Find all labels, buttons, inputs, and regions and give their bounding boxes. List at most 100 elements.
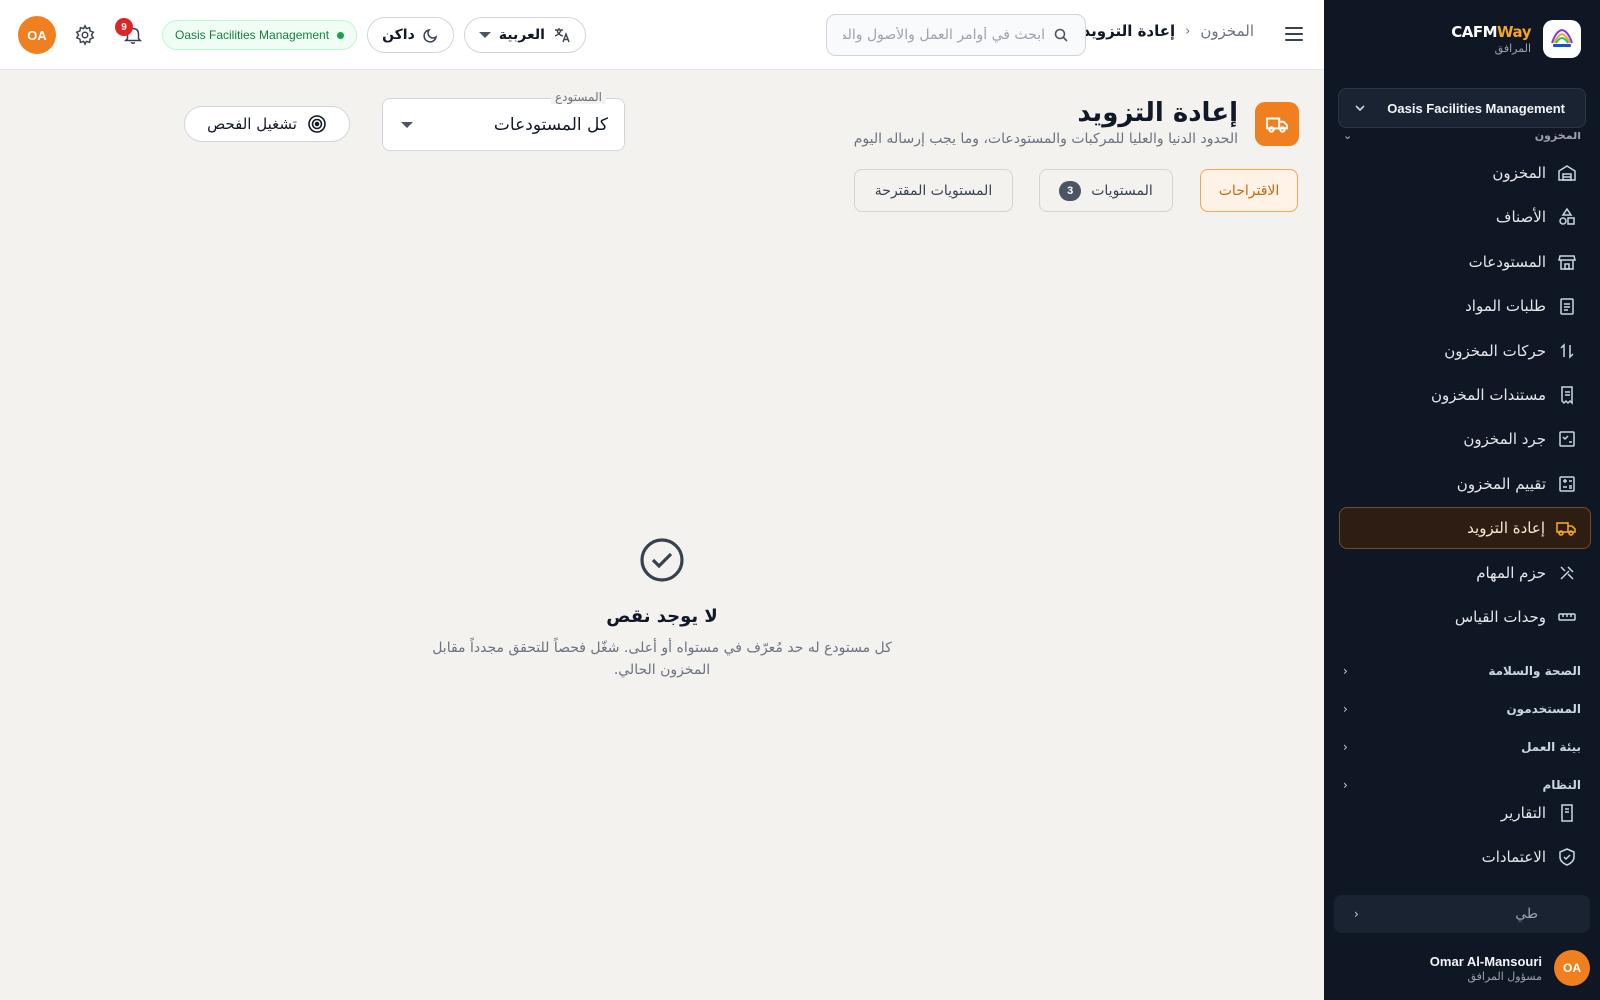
search-box	[826, 14, 1086, 56]
gear-icon	[75, 24, 95, 46]
sidebar-item-warehouses[interactable]: المستودعات	[1339, 241, 1591, 283]
calculator-icon	[1556, 473, 1578, 495]
sidebar-group-label: المخزون	[1534, 132, 1581, 142]
language-label: العربية	[498, 27, 545, 43]
sidebar-item-label: وحدات القياس	[1454, 607, 1546, 626]
chevron-down-icon: ⌄	[1343, 132, 1353, 142]
sidebar-groups: الصحة والسلامة ‹ المستخدمون ‹ بيئة العمل…	[1343, 652, 1581, 804]
sidebar-item-stock-documents[interactable]: مستندات المخزون	[1339, 374, 1591, 416]
brand-text: CAFMWay المرافق	[1451, 23, 1531, 55]
brand: CAFMWay المرافق	[1451, 20, 1581, 58]
sidebar-item-stock-count[interactable]: جرد المخزون	[1339, 418, 1591, 460]
arrows-updown-icon	[1556, 340, 1578, 362]
topbar-actions: OA 9 Oasis Facilities Management داكن ال…	[18, 16, 586, 54]
notifications-button[interactable]: 9	[114, 16, 152, 54]
sidebar: CAFMWay المرافق Oasis Facilities Managem…	[1324, 0, 1600, 1000]
translate-icon	[554, 28, 570, 43]
empty-state-title: لا يوجد نقص	[606, 606, 718, 627]
sidebar-group-label: الصحة والسلامة	[1488, 664, 1581, 678]
check-circle-icon	[412, 536, 912, 584]
sidebar-item-label: جرد المخزون	[1463, 430, 1546, 449]
chevron-left-icon: ‹	[1354, 907, 1359, 921]
language-select[interactable]: العربية	[463, 17, 586, 53]
chevron-down-icon	[1355, 105, 1365, 112]
sidebar-item-label: إعادة التزويد	[1467, 519, 1545, 538]
sidebar-item-label: حزم المهام	[1476, 563, 1546, 582]
user-role: مسؤول المرافق	[1467, 969, 1542, 983]
sidebar-item-label: تقييم المخزون	[1456, 474, 1546, 493]
run-check-button[interactable]: تشغيل الفحص	[184, 106, 350, 142]
sidebar-item-label: المخزون	[1492, 164, 1546, 182]
target-icon	[308, 115, 326, 133]
tab-label: المستويات	[1091, 182, 1153, 199]
sidebar-group-inventory[interactable]: المخزون ⌄	[1343, 132, 1581, 144]
caret-down-icon	[401, 121, 413, 128]
moon-icon	[423, 28, 437, 43]
shapes-icon	[1556, 206, 1578, 228]
breadcrumb-parent[interactable]: المخزون	[1200, 22, 1254, 40]
tab-suggested-levels[interactable]: المستويات المقترحة	[854, 169, 1013, 212]
status-dot	[337, 31, 345, 39]
breadcrumb: المخزون ‹ إعادة التزويد	[1083, 22, 1255, 40]
sidebar-group-label: بيئة العمل	[1521, 740, 1581, 754]
sidebar-group-users[interactable]: المستخدمون ‹	[1343, 690, 1581, 728]
tools-icon	[1556, 562, 1578, 584]
chevron-left-icon: ‹	[1343, 778, 1348, 792]
tab-label: الاقتراحات	[1218, 182, 1280, 199]
sidebar-item-stock-movements[interactable]: حركات المخزون	[1339, 330, 1591, 372]
avatar[interactable]: OA	[18, 16, 56, 54]
sidebar-group-label: المستخدمون	[1506, 702, 1581, 716]
collapse-label: طي	[1515, 906, 1538, 922]
brand-logo	[1543, 20, 1581, 58]
sidebar-item-replenishment[interactable]: إعادة التزويد	[1339, 507, 1591, 550]
settings-button[interactable]	[66, 16, 104, 54]
collapse-sidebar-button[interactable]: طي ‹	[1334, 895, 1590, 933]
sidebar-item-items[interactable]: الأصناف	[1339, 196, 1591, 238]
sidebar-item-inventory[interactable]: المخزون	[1339, 152, 1591, 194]
sidebar-group-hse[interactable]: الصحة والسلامة ‹	[1343, 652, 1581, 690]
checklist-icon	[1556, 428, 1578, 450]
menu-icon[interactable]	[1282, 22, 1306, 46]
theme-toggle[interactable]: داكن	[367, 17, 454, 53]
org-selector[interactable]: Oasis Facilities Management	[1338, 88, 1586, 128]
tab-levels[interactable]: المستويات 3	[1039, 169, 1173, 212]
sidebar-nav-bottom: التقارير الاعتمادات	[1339, 792, 1591, 881]
clipboard-list-icon	[1556, 295, 1578, 317]
avatar: OA	[1554, 950, 1590, 986]
sidebar-item-approvals[interactable]: الاعتمادات	[1339, 836, 1591, 878]
sidebar-item-stock-valuation[interactable]: تقييم المخزون	[1339, 463, 1591, 505]
chevron-left-icon: ‹	[1343, 740, 1348, 754]
warehouse-icon	[1556, 162, 1578, 184]
org-selector-label: Oasis Facilities Management	[1387, 100, 1565, 116]
brand-name: CAFMWay	[1451, 23, 1531, 41]
sidebar-item-label: مستندات المخزون	[1430, 385, 1546, 404]
sidebar-item-reports[interactable]: التقارير	[1339, 792, 1591, 834]
notification-badge: 9	[115, 18, 133, 36]
user-profile[interactable]: OA Omar Al-Mansouri مسؤول المرافق	[1430, 950, 1590, 986]
brand-name-a: CAFM	[1451, 23, 1498, 41]
sidebar-item-task-packages[interactable]: حزم المهام	[1339, 552, 1591, 594]
warehouse-filter-value: كل المستودعات	[493, 114, 608, 135]
sidebar-item-label: المستودعات	[1468, 252, 1546, 271]
empty-state-description: كل مستودع له حد مُعرّف في مستواه أو أعلى…	[432, 640, 892, 678]
chevron-left-icon: ‹	[1185, 23, 1191, 39]
search-input[interactable]	[843, 27, 1045, 43]
ruler-icon	[1556, 606, 1578, 628]
store-icon	[1556, 251, 1578, 273]
brand-name-b: Way	[1497, 23, 1531, 41]
sidebar-item-units[interactable]: وحدات القياس	[1339, 596, 1591, 638]
topbar: المخزون ‹ إعادة التزويد OA 9 Oasis Facil…	[0, 0, 1324, 70]
brand-subtitle: المرافق	[1494, 42, 1531, 55]
sidebar-group-label: النظام	[1542, 778, 1581, 792]
tab-count-badge: 3	[1059, 180, 1082, 201]
warehouse-filter-select[interactable]: كل المستودعات	[382, 98, 625, 151]
sidebar-item-label: الأصناف	[1495, 208, 1546, 227]
report-icon	[1556, 802, 1578, 824]
sidebar-group-workspace[interactable]: بيئة العمل ‹	[1343, 728, 1581, 766]
sidebar-item-label: الاعتمادات	[1481, 848, 1546, 867]
sidebar-nav: المخزون الأصناف المستودعات طلبات المواد …	[1339, 152, 1591, 640]
sidebar-item-material-requests[interactable]: طلبات المواد	[1339, 285, 1591, 327]
sidebar-item-label: حركات المخزون	[1444, 341, 1546, 360]
tab-label: المستويات المقترحة	[874, 182, 993, 199]
tab-suggestions[interactable]: الاقتراحات	[1200, 169, 1298, 212]
